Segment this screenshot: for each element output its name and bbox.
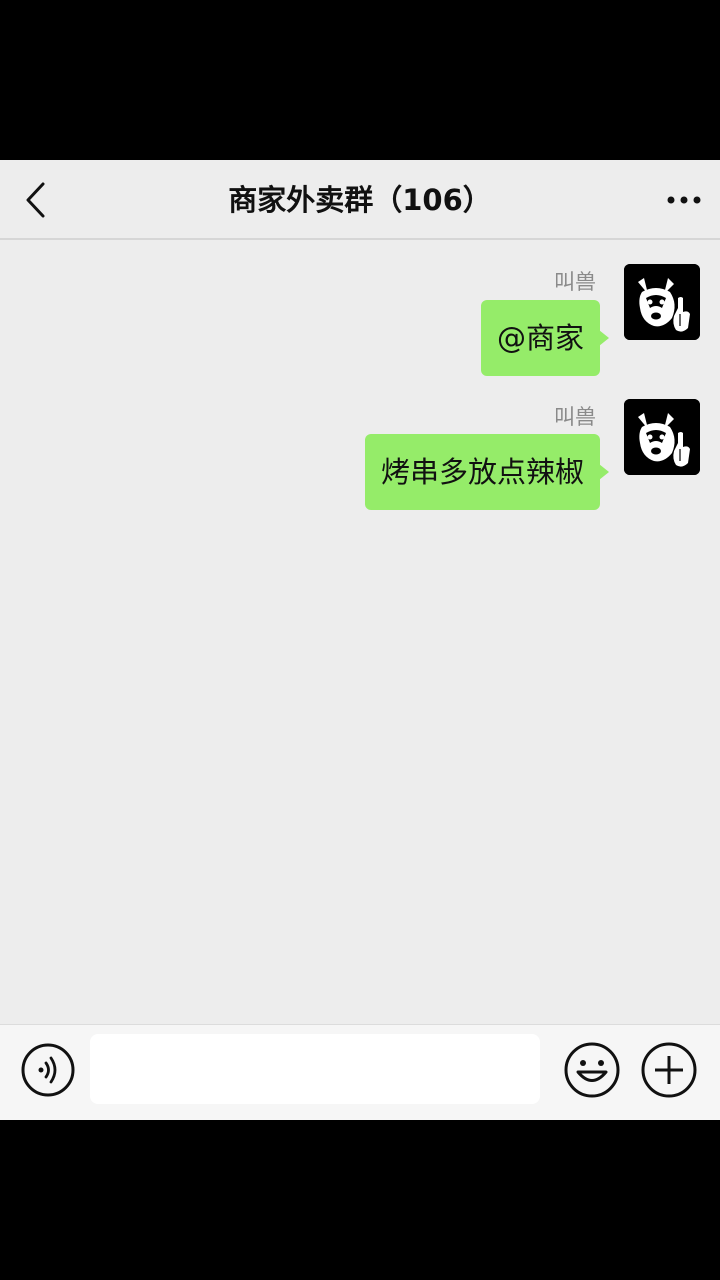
husky-avatar-icon: [624, 399, 700, 475]
husky-avatar-icon: [624, 264, 700, 340]
message-row: 叫兽 烤串多放点辣椒: [0, 399, 720, 510]
avatar[interactable]: [624, 399, 700, 475]
voice-button[interactable]: [20, 1042, 76, 1098]
message-bubble[interactable]: @商家: [480, 300, 610, 376]
more-button[interactable]: [664, 182, 704, 218]
message-text: 烤串多放点辣椒: [380, 455, 584, 489]
plus-button[interactable]: [640, 1041, 698, 1099]
chat-screen: 商家外卖群（106） 叫兽 @商家 叫兽 烤串多放点辣椒: [0, 160, 720, 1120]
message-input[interactable]: [90, 1034, 540, 1104]
message-row: 叫兽 @商家: [0, 264, 720, 376]
sender-name: 叫兽: [554, 405, 596, 429]
voice-icon: [21, 1043, 75, 1097]
chevron-left-icon: [26, 182, 45, 218]
plus-icon: [641, 1042, 697, 1098]
emoji-icon: [564, 1042, 620, 1098]
message-bubble[interactable]: 烤串多放点辣椒: [364, 434, 610, 510]
message-text: @商家: [496, 321, 584, 355]
back-button[interactable]: [18, 178, 52, 222]
avatar[interactable]: [624, 264, 700, 340]
chat-header: 商家外卖群（106）: [0, 160, 720, 240]
more-horizontal-icon: [667, 196, 701, 204]
input-bar: [0, 1024, 720, 1120]
chat-title: 商家外卖群（106）: [228, 183, 492, 217]
emoji-button[interactable]: [563, 1041, 621, 1099]
sender-name: 叫兽: [554, 270, 596, 294]
